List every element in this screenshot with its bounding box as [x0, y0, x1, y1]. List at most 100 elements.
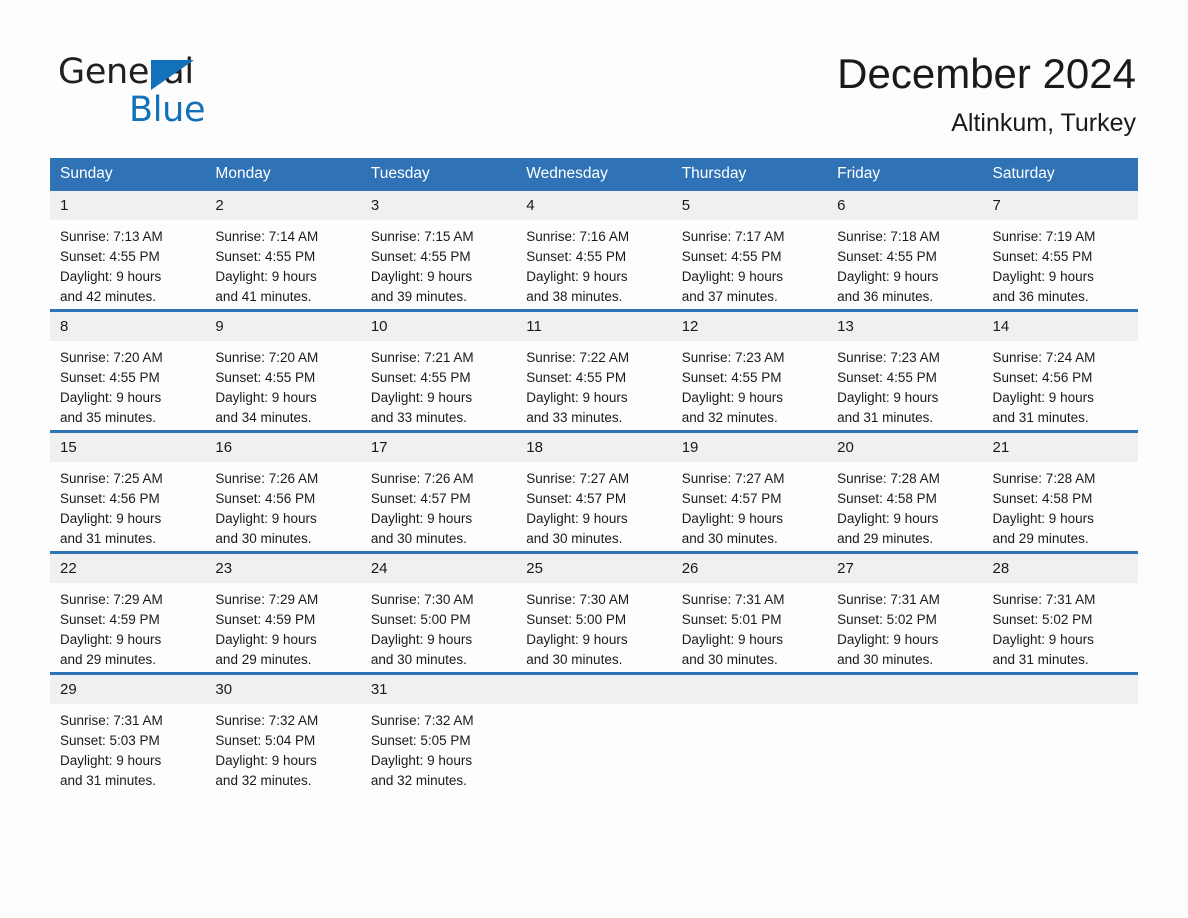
calendar-day-cell[interactable]: 3 Sunrise: 7:15 AM Sunset: 4:55 PM Daylight…	[360, 191, 517, 311]
sunset-text: Sunset: 4:55 PM	[60, 249, 160, 264]
calendar-day-cell[interactable]: 30 Sunrise: 7:32 AM Sunset: 5:04 PM Dayligh…	[205, 672, 361, 793]
day-number: 18	[516, 433, 672, 462]
calendar-day-cell[interactable]: 14 Sunrise: 7:24 AM Sunset: 4:56 PM Dayligh…	[982, 309, 1138, 432]
calendar-day-cell[interactable]: 28 Sunrise: 7:31 AM Sunset: 5:02 PM Dayligh…	[982, 551, 1138, 674]
general-blue-logo[interactable]: General Blue	[58, 52, 318, 132]
day-number: 6	[827, 191, 983, 220]
daylight-text-line1: Daylight: 9 hours	[215, 753, 317, 768]
calendar-day-cell[interactable]: 24 Sunrise: 7:30 AM Sunset: 5:00 PM Dayligh…	[360, 551, 517, 674]
day-number: 20	[827, 433, 983, 462]
sunrise-text: Sunrise: 7:31 AM	[992, 592, 1096, 607]
weekday-header-thursday: Thursday	[671, 158, 828, 191]
sunset-text: Sunset: 4:55 PM	[370, 370, 471, 385]
calendar-day-cell[interactable]: 21 Sunrise: 7:28 AM Sunset: 4:58 PM Dayligh…	[982, 430, 1138, 553]
calendar-week-row: 22 Sunrise: 7:29 AM Sunset: 4:59 PM Dayligh…	[50, 551, 1138, 674]
day-details: Sunrise: 7:14 AM Sunset: 4:55 PM Daylight:…	[205, 220, 360, 307]
calendar-day-cell[interactable]: 2 Sunrise: 7:14 AM Sunset: 4:55 PM Daylight…	[205, 191, 361, 311]
day-details: Sunrise: 7:31 AM Sunset: 5:02 PM Daylight:…	[827, 583, 982, 670]
calendar-day-cell[interactable]: 6 Sunrise: 7:18 AM Sunset: 4:55 PM Daylight…	[827, 191, 983, 311]
sunrise-text: Sunrise: 7:30 AM	[526, 592, 630, 607]
calendar-week-row: 8 Sunrise: 7:20 AM Sunset: 4:55 PM Daylight…	[50, 309, 1138, 432]
calendar-cell-empty	[516, 672, 672, 793]
day-number: 27	[827, 554, 983, 583]
daylight-text-line2: and 33 minutes.	[370, 410, 467, 425]
daylight-text-line2: and 32 minutes.	[370, 773, 467, 788]
calendar-day-cell[interactable]: 23 Sunrise: 7:29 AM Sunset: 4:59 PM Dayligh…	[205, 551, 361, 674]
calendar-day-cell[interactable]: 15 Sunrise: 7:25 AM Sunset: 4:56 PM Dayligh…	[50, 430, 206, 553]
calendar-day-cell[interactable]: 13 Sunrise: 7:23 AM Sunset: 4:55 PM Dayligh…	[827, 309, 983, 432]
daylight-text-line2: and 30 minutes.	[370, 531, 467, 546]
day-number: 30	[205, 675, 361, 704]
calendar-day-cell[interactable]: 17 Sunrise: 7:26 AM Sunset: 4:57 PM Dayligh…	[360, 430, 517, 553]
sunset-text: Sunset: 5:00 PM	[526, 612, 627, 627]
sunrise-text: Sunrise: 7:17 AM	[681, 229, 785, 244]
day-details: Sunrise: 7:28 AM Sunset: 4:58 PM Daylight:…	[827, 462, 982, 549]
day-details: Sunrise: 7:15 AM Sunset: 4:55 PM Daylight:…	[361, 220, 516, 307]
daylight-text-line2: and 36 minutes.	[992, 289, 1089, 304]
daylight-text-line1: Daylight: 9 hours	[370, 632, 473, 647]
day-details: Sunrise: 7:29 AM Sunset: 4:59 PM Daylight:…	[205, 583, 360, 670]
day-details: Sunrise: 7:26 AM Sunset: 4:56 PM Daylight:…	[205, 462, 360, 549]
daylight-text-line2: and 31 minutes.	[992, 410, 1089, 425]
calendar-cell-empty	[671, 672, 828, 793]
calendar-day-cell[interactable]: 27 Sunrise: 7:31 AM Sunset: 5:02 PM Dayligh…	[827, 551, 983, 674]
day-number	[671, 675, 828, 704]
day-details: Sunrise: 7:30 AM Sunset: 5:00 PM Daylight:…	[516, 583, 671, 670]
day-details: Sunrise: 7:31 AM Sunset: 5:02 PM Daylight:…	[983, 583, 1138, 670]
daylight-text-line1: Daylight: 9 hours	[370, 753, 473, 768]
calendar-day-cell[interactable]: 10 Sunrise: 7:21 AM Sunset: 4:55 PM Dayligh…	[360, 309, 517, 432]
calendar-day-cell[interactable]: 1 Sunrise: 7:13 AM Sunset: 4:55 PM Daylight…	[50, 191, 206, 311]
day-details: Sunrise: 7:21 AM Sunset: 4:55 PM Daylight:…	[361, 341, 516, 428]
daylight-text-line2: and 30 minutes.	[526, 652, 623, 667]
sunrise-text: Sunrise: 7:32 AM	[215, 713, 319, 728]
calendar-day-cell[interactable]: 7 Sunrise: 7:19 AM Sunset: 4:55 PM Daylight…	[982, 191, 1138, 311]
day-details: Sunrise: 7:32 AM Sunset: 5:05 PM Daylight:…	[361, 704, 516, 791]
sunrise-text: Sunrise: 7:13 AM	[60, 229, 163, 244]
weekday-header-saturday: Saturday	[982, 158, 1138, 191]
calendar-day-cell[interactable]: 5 Sunrise: 7:17 AM Sunset: 4:55 PM Daylight…	[671, 191, 828, 311]
sunrise-text: Sunrise: 7:15 AM	[370, 229, 474, 244]
day-details: Sunrise: 7:23 AM Sunset: 4:55 PM Daylight:…	[827, 341, 982, 428]
day-details: Sunrise: 7:16 AM Sunset: 4:55 PM Daylight:…	[516, 220, 671, 307]
day-details	[983, 704, 1138, 711]
calendar-day-cell[interactable]: 26 Sunrise: 7:31 AM Sunset: 5:01 PM Dayligh…	[671, 551, 828, 674]
calendar-day-cell[interactable]: 19 Sunrise: 7:27 AM Sunset: 4:57 PM Dayligh…	[671, 430, 828, 553]
calendar-day-cell[interactable]: 18 Sunrise: 7:27 AM Sunset: 4:57 PM Dayligh…	[516, 430, 672, 553]
daylight-text-line1: Daylight: 9 hours	[60, 632, 162, 647]
sunset-text: Sunset: 5:00 PM	[370, 612, 471, 627]
calendar-day-cell[interactable]: 31 Sunrise: 7:32 AM Sunset: 5:05 PM Dayligh…	[360, 672, 517, 793]
sunset-text: Sunset: 4:55 PM	[992, 249, 1093, 264]
daylight-text-line1: Daylight: 9 hours	[370, 269, 473, 284]
daylight-text-line2: and 32 minutes.	[681, 410, 778, 425]
calendar-day-cell[interactable]: 12 Sunrise: 7:23 AM Sunset: 4:55 PM Dayligh…	[671, 309, 828, 432]
sunset-text: Sunset: 4:58 PM	[992, 491, 1093, 506]
day-number: 17	[360, 433, 517, 462]
day-number: 22	[50, 554, 206, 583]
calendar-day-cell[interactable]: 29 Sunrise: 7:31 AM Sunset: 5:03 PM Dayligh…	[50, 672, 206, 793]
calendar-header-row: Sunday Monday Tuesday Wednesday Thursday…	[50, 158, 1138, 191]
day-number: 12	[671, 312, 828, 341]
calendar-day-cell[interactable]: 16 Sunrise: 7:26 AM Sunset: 4:56 PM Dayligh…	[205, 430, 361, 553]
daylight-text-line2: and 38 minutes.	[526, 289, 623, 304]
day-number: 16	[205, 433, 361, 462]
calendar-day-cell[interactable]: 20 Sunrise: 7:28 AM Sunset: 4:58 PM Dayligh…	[827, 430, 983, 553]
calendar-day-cell[interactable]: 8 Sunrise: 7:20 AM Sunset: 4:55 PM Daylight…	[50, 309, 206, 432]
daylight-text-line1: Daylight: 9 hours	[215, 632, 317, 647]
sunrise-text: Sunrise: 7:26 AM	[215, 471, 319, 486]
daylight-text-line1: Daylight: 9 hours	[526, 390, 628, 405]
calendar-day-cell[interactable]: 4 Sunrise: 7:16 AM Sunset: 4:55 PM Daylight…	[516, 191, 672, 311]
calendar-day-cell[interactable]: 11 Sunrise: 7:22 AM Sunset: 4:55 PM Dayligh…	[516, 309, 672, 432]
daylight-text-line1: Daylight: 9 hours	[215, 511, 317, 526]
calendar-day-cell[interactable]: 9 Sunrise: 7:20 AM Sunset: 4:55 PM Daylight…	[205, 309, 361, 432]
daylight-text-line2: and 31 minutes.	[60, 773, 157, 788]
calendar-day-cell[interactable]: 22 Sunrise: 7:29 AM Sunset: 4:59 PM Dayligh…	[50, 551, 206, 674]
sunrise-text: Sunrise: 7:18 AM	[837, 229, 940, 244]
calendar-day-cell[interactable]: 25 Sunrise: 7:30 AM Sunset: 5:00 PM Dayligh…	[516, 551, 672, 674]
day-number: 5	[671, 191, 828, 220]
daylight-text-line1: Daylight: 9 hours	[526, 511, 628, 526]
day-details: Sunrise: 7:20 AM Sunset: 4:55 PM Daylight:…	[205, 341, 360, 428]
day-details: Sunrise: 7:27 AM Sunset: 4:57 PM Daylight:…	[516, 462, 671, 549]
day-details: Sunrise: 7:31 AM Sunset: 5:03 PM Daylight:…	[50, 704, 205, 791]
daylight-text-line2: and 35 minutes.	[60, 410, 157, 425]
daylight-text-line2: and 31 minutes.	[60, 531, 157, 546]
